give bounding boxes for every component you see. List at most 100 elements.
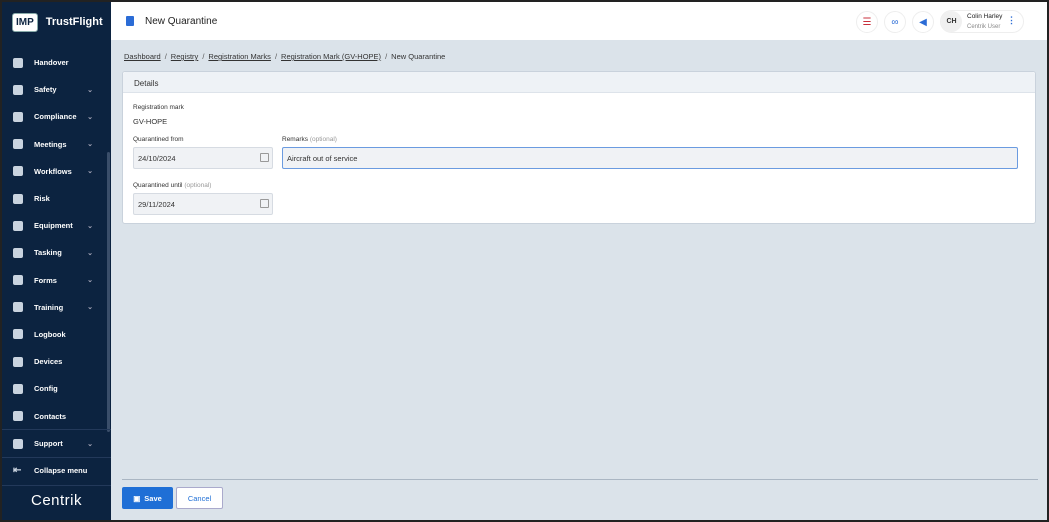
- sidebar-item-label: Support: [34, 439, 63, 449]
- devices-icon: [13, 356, 23, 367]
- sidebar-nav: Handover Safety ⌄ Compliance ⌄ Meetings ⌄ Workf…: [2, 49, 107, 430]
- sidebar-item-forms[interactable]: Forms ⌄: [2, 267, 107, 294]
- sidebar-item-label: Config: [34, 384, 58, 394]
- breadcrumb-current: New Quarantine: [391, 52, 446, 61]
- quarantined-until-value: 29/11/2024: [138, 200, 175, 209]
- sidebar-item-compliance[interactable]: Compliance ⌄: [2, 103, 107, 130]
- megaphone-icon[interactable]: ◀: [912, 11, 934, 33]
- equipment-icon: [13, 220, 23, 231]
- remarks-label: Remarks: [282, 136, 309, 143]
- forms-icon: [13, 275, 23, 286]
- top-header: New Quarantine ☰ ∞ ◀ CH Colin Harley Cent…: [111, 2, 1047, 40]
- registration-mark-value: GV-HOPE: [133, 117, 168, 126]
- details-card: Details Registration mark GV-HOPE Quaran…: [122, 71, 1036, 224]
- sidebar-item-meetings[interactable]: Meetings ⌄: [2, 131, 107, 158]
- training-icon: [13, 302, 23, 313]
- quarantined-from-label: Quarantined from: [133, 136, 184, 143]
- quarantined-until-label: Quarantined until: [133, 182, 183, 189]
- sidebar-item-tasking[interactable]: Tasking ⌄: [2, 239, 107, 266]
- risk-icon: [13, 193, 23, 204]
- workflows-icon: [13, 166, 23, 177]
- sidebar-item-support[interactable]: Support ⌄: [2, 430, 107, 457]
- sidebar-item-label: Safety: [34, 85, 57, 95]
- config-icon: [13, 383, 23, 394]
- logbook-icon: [13, 329, 23, 340]
- sidebar-item-label: Tasking: [34, 248, 62, 258]
- divider: [122, 479, 1038, 480]
- centrik-logo: Centrik: [30, 492, 82, 509]
- cancel-button[interactable]: Cancel: [176, 487, 223, 509]
- sidebar-item-handover[interactable]: Handover: [2, 49, 107, 76]
- chevron-down-icon: ⌄: [87, 141, 93, 149]
- remarks-textarea[interactable]: Aircraft out of service: [282, 147, 1018, 169]
- imp-logo: IMP: [12, 12, 38, 32]
- chevron-down-icon: ⌄: [87, 86, 93, 94]
- meetings-icon: [13, 139, 23, 150]
- contacts-icon: [13, 411, 23, 422]
- remarks-value: Aircraft out of service: [287, 154, 358, 163]
- handover-icon: [13, 57, 23, 68]
- breadcrumb-dashboard[interactable]: Dashboard: [124, 52, 161, 61]
- sidebar-item-config[interactable]: Config: [2, 375, 107, 402]
- chevron-down-icon: ⌄: [87, 277, 93, 285]
- quarantined-from-input[interactable]: 24/10/2024: [133, 147, 273, 169]
- page-title: New Quarantine: [145, 15, 218, 27]
- chevron-down-icon: ⌄: [87, 440, 93, 448]
- sidebar: IMP TrustFlight Handover Safety ⌄ Complianc…: [2, 2, 111, 520]
- user-menu[interactable]: CH Colin Harley Centrik User ⋮: [940, 10, 1024, 33]
- avatar: CH: [941, 11, 962, 32]
- sidebar-item-logbook[interactable]: Logbook: [2, 321, 107, 348]
- sidebar-item-workflows[interactable]: Workflows ⌄: [2, 158, 107, 185]
- sidebar-item-equipment[interactable]: Equipment ⌄: [2, 212, 107, 239]
- calendar-icon[interactable]: [260, 199, 269, 208]
- tasking-icon: [13, 247, 23, 258]
- quarantined-from-value: 24/10/2024: [138, 154, 176, 163]
- quarantine-icon: [126, 16, 134, 26]
- sidebar-item-training[interactable]: Training ⌄: [2, 294, 107, 321]
- safety-icon: [13, 84, 23, 95]
- sidebar-item-label: Workflows: [34, 166, 72, 176]
- save-label: Save: [144, 493, 162, 503]
- sidebar-item-label: Forms: [34, 275, 57, 285]
- chevron-down-icon: ⌄: [87, 113, 93, 121]
- quarantined-until-input[interactable]: 29/11/2024: [133, 193, 273, 215]
- sidebar-item-contacts[interactable]: Contacts: [2, 402, 107, 429]
- chevron-down-icon: ⌄: [87, 168, 93, 176]
- divider: [2, 485, 111, 486]
- sidebar-item-label: Risk: [34, 194, 50, 204]
- chevron-down-icon: ⌄: [87, 249, 93, 257]
- collapse-icon: ⇤: [13, 464, 22, 476]
- breadcrumb-registry[interactable]: Registry: [171, 52, 199, 61]
- sidebar-item-label: Devices: [34, 357, 63, 367]
- sidebar-item-label: Contacts: [34, 411, 67, 421]
- sidebar-item-label: Training: [34, 302, 64, 312]
- breadcrumb-registration-mark[interactable]: Registration Mark (GV-HOPE): [281, 52, 381, 61]
- sidebar-scrollbar[interactable]: [107, 152, 110, 432]
- chevron-down-icon: ⌄: [87, 222, 93, 230]
- sidebar-item-safety[interactable]: Safety ⌄: [2, 76, 107, 103]
- optional-hint: (optional): [309, 136, 337, 143]
- database-icon[interactable]: ☰: [856, 11, 878, 33]
- chevron-down-icon: ⌄: [87, 304, 93, 312]
- brand-name: TrustFlight: [45, 16, 103, 28]
- user-role: Centrik User: [967, 23, 1001, 30]
- more-options-icon[interactable]: ⋮: [1007, 15, 1016, 26]
- link-icon[interactable]: ∞: [884, 11, 906, 33]
- registration-mark-label: Registration mark: [133, 104, 184, 111]
- sidebar-item-devices[interactable]: Devices: [2, 348, 107, 375]
- calendar-icon[interactable]: [260, 153, 269, 162]
- support-icon: [13, 438, 23, 449]
- section-title: Details: [123, 72, 1035, 93]
- user-name: Colin Harley: [967, 12, 1003, 20]
- breadcrumb-registration-marks[interactable]: Registration Marks: [208, 52, 271, 61]
- sidebar-item-label: Handover: [34, 58, 69, 68]
- save-button[interactable]: ▣ Save: [122, 487, 173, 509]
- breadcrumb: Dashboard / Registry / Registration Marks / Re…: [124, 52, 446, 61]
- sidebar-item-label: Meetings: [34, 139, 67, 149]
- brand[interactable]: IMP TrustFlight: [2, 2, 111, 42]
- collapse-menu-button[interactable]: ⇤ Collapse menu: [2, 457, 107, 484]
- compliance-icon: [13, 111, 23, 122]
- sidebar-item-risk[interactable]: Risk: [2, 185, 107, 212]
- sidebar-item-label: Equipment: [34, 221, 73, 231]
- sidebar-item-label: Logbook: [34, 329, 66, 339]
